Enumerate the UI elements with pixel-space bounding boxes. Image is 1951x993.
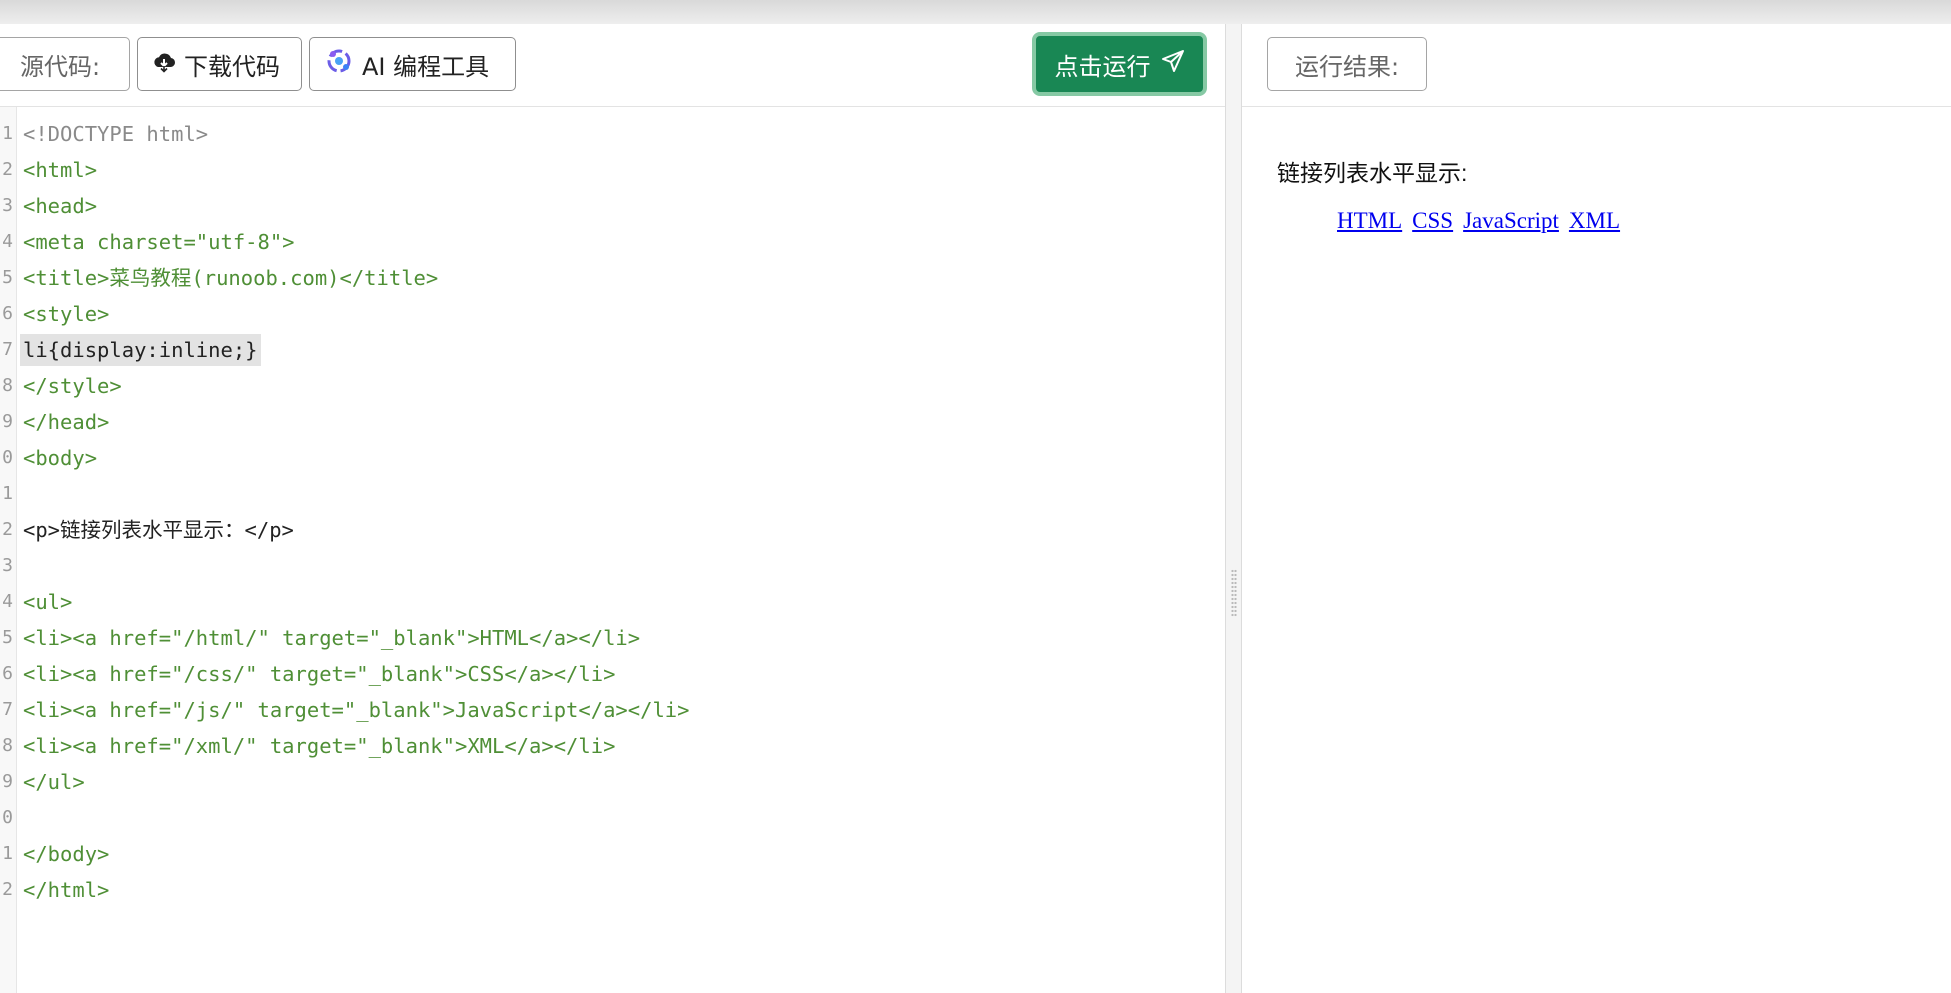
line-number: 6 — [2, 303, 13, 324]
code-line: 1 </body> — [0, 836, 1210, 872]
run-result-label: 运行结果: — [1267, 37, 1427, 91]
line-number: 6 — [2, 663, 13, 684]
line-number: 8 — [2, 735, 13, 756]
code-line: 8 </style> — [0, 368, 1210, 404]
drag-grip-icon — [1231, 569, 1237, 617]
line-number: 2 — [2, 159, 13, 180]
line-number: 3 — [2, 195, 13, 216]
line-number: 7 — [2, 699, 13, 720]
code-editor[interactable]: 1 <!DOCTYPE html> 2 <html> 3 <head> 4 <meta … — [0, 116, 1210, 908]
code-text: li{display:inline;} — [20, 332, 261, 368]
code-line: 1 — [0, 476, 1210, 512]
download-code-label: 下载代码 — [184, 52, 280, 81]
link-html[interactable]: HTML — [1337, 208, 1402, 233]
code-line: 0 — [0, 800, 1210, 836]
line-number: 4 — [2, 231, 13, 252]
code-text: <html> — [23, 158, 98, 182]
code-text: <li><a href="/xml/" target="_blank">XML<… — [23, 734, 616, 758]
link-css[interactable]: CSS — [1412, 208, 1453, 233]
code-text: <li><a href="/js/" target="_blank">JavaS… — [23, 698, 690, 722]
list-item: CSS — [1412, 208, 1453, 233]
code-text: </head> — [23, 410, 110, 434]
code-text: <head> — [23, 194, 98, 218]
code-text: </html> — [23, 878, 110, 902]
code-line: 1 <!DOCTYPE html> — [0, 116, 1210, 152]
highlighted-css-rule: li{display:inline;} — [20, 334, 261, 366]
code-line: 9 </head> — [0, 404, 1210, 440]
line-number: 1 — [2, 123, 13, 144]
code-text: <style> — [23, 302, 110, 326]
source-panel: 源代码: 下载代码 AI 编程工具 点击运行 1 <!DOCTYPE html>… — [0, 24, 1226, 993]
code-line: 5 <title>菜鸟教程(runoob.com)</title> — [0, 260, 1210, 296]
source-code-label-text: 源代码: — [19, 52, 101, 81]
code-line: 7 <li><a href="/js/" target="_blank">Java… — [0, 692, 1210, 728]
list-item: XML — [1569, 208, 1620, 233]
line-number: 4 — [2, 591, 13, 612]
code-line: 4 <ul> — [0, 584, 1210, 620]
line-number: 2 — [2, 519, 13, 540]
run-code-button[interactable]: 点击运行 — [1032, 32, 1207, 96]
line-number: 7 — [2, 339, 13, 360]
code-text: </ul> — [23, 770, 85, 794]
line-number: 0 — [2, 447, 13, 468]
ai-coding-tool-button[interactable]: AI 编程工具 — [309, 37, 516, 91]
line-number: 9 — [2, 771, 13, 792]
code-line: 9 </ul> — [0, 764, 1210, 800]
code-text: <li><a href="/html/" target="_blank">HTM… — [23, 626, 641, 650]
result-preview: 链接列表水平显示: HTML CSS JavaScript XML — [1277, 154, 1626, 234]
code-text: <p>链接列表水平显示：</p> — [23, 518, 294, 542]
code-line-highlighted: 7 li{display:inline;} — [0, 332, 1210, 368]
download-code-button[interactable]: 下载代码 — [137, 37, 302, 91]
result-panel: 运行结果: 链接列表水平显示: HTML CSS JavaScript XML — [1241, 24, 1951, 993]
code-line: 5 <li><a href="/html/" target="_blank">HT… — [0, 620, 1210, 656]
code-line: 3 <head> — [0, 188, 1210, 224]
code-line: 3 — [0, 548, 1210, 584]
result-toolbar: 运行结果: — [1242, 24, 1951, 107]
code-text: <li><a href="/css/" target="_blank">CSS<… — [23, 662, 616, 686]
line-number: 2 — [2, 879, 13, 900]
line-number: 1 — [2, 843, 13, 864]
code-line: 6 <style> — [0, 296, 1210, 332]
code-line: 8 <li><a href="/xml/" target="_blank">XML… — [0, 728, 1210, 764]
code-line: 2 <html> — [0, 152, 1210, 188]
run-result-label-text: 运行结果: — [1294, 52, 1400, 81]
code-text: <ul> — [23, 590, 73, 614]
code-line: 4 <meta charset="utf-8"> — [0, 224, 1210, 260]
source-toolbar: 源代码: 下载代码 AI 编程工具 点击运行 — [0, 24, 1225, 107]
browser-top-bar — [0, 0, 1951, 24]
panel-resize-splitter[interactable] — [1226, 24, 1241, 993]
list-item: HTML — [1337, 208, 1402, 233]
code-text: <!DOCTYPE html> — [23, 122, 209, 146]
code-line: 0 <body> — [0, 440, 1210, 476]
code-line: 6 <li><a href="/css/" target="_blank">CSS… — [0, 656, 1210, 692]
code-text: <meta charset="utf-8"> — [23, 230, 295, 254]
code-line: 2 </html> — [0, 872, 1210, 908]
ai-coding-tool-label: AI 编程工具 — [362, 52, 490, 81]
ai-tool-icon — [324, 46, 362, 82]
result-paragraph: 链接列表水平显示: — [1277, 160, 1468, 186]
send-icon — [1151, 49, 1185, 79]
result-link-list: HTML CSS JavaScript XML — [1277, 208, 1626, 234]
cloud-download-icon — [152, 49, 184, 79]
link-xml[interactable]: XML — [1569, 208, 1620, 233]
line-number: 9 — [2, 411, 13, 432]
list-item: JavaScript — [1463, 208, 1559, 233]
line-number: 5 — [2, 267, 13, 288]
code-line: 2 <p>链接列表水平显示：</p> — [0, 512, 1210, 548]
line-number: 3 — [2, 555, 13, 576]
code-text: </body> — [23, 842, 110, 866]
line-number: 0 — [2, 807, 13, 828]
line-number: 1 — [2, 483, 13, 504]
code-text: <title>菜鸟教程(runoob.com)</title> — [23, 266, 439, 290]
code-text: <body> — [23, 446, 98, 470]
run-code-label: 点击运行 — [1054, 52, 1151, 81]
source-code-label: 源代码: — [0, 37, 130, 91]
line-number: 5 — [2, 627, 13, 648]
link-javascript[interactable]: JavaScript — [1463, 208, 1559, 233]
code-text: </style> — [23, 374, 122, 398]
line-number: 8 — [2, 375, 13, 396]
